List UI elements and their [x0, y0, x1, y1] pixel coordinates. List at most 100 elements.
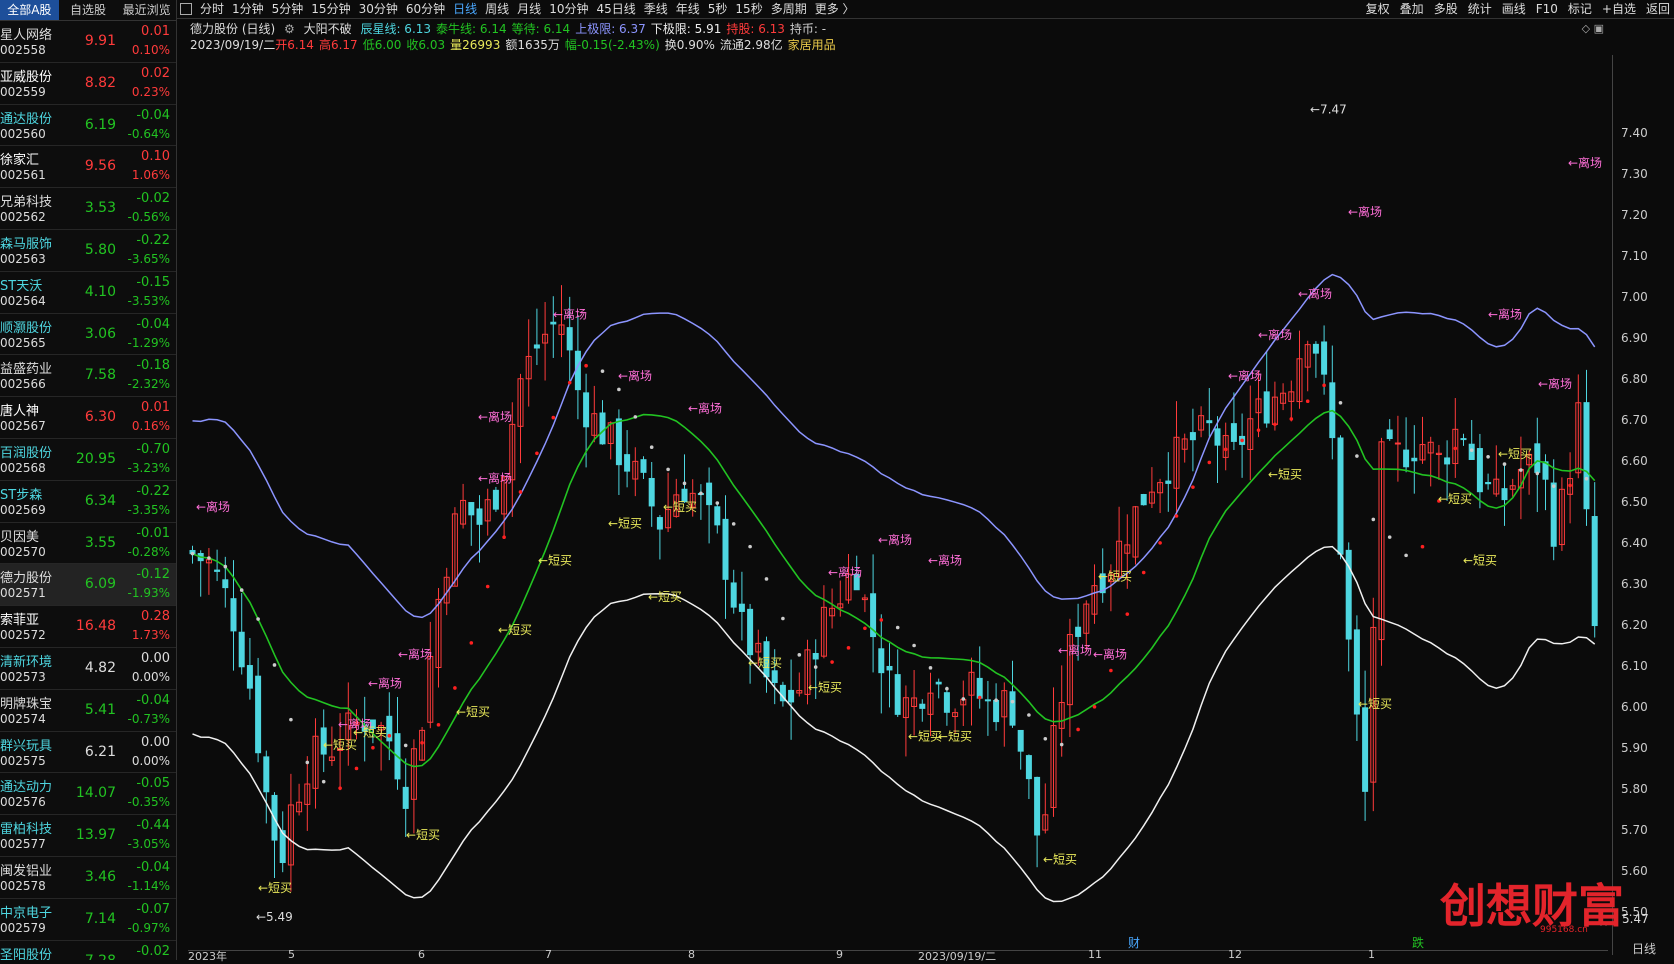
stock-row[interactable]: 通达动力 002576 14.07 -0.05 -0.35%	[0, 773, 176, 816]
period-tab[interactable]: 60分钟	[406, 0, 445, 18]
trend-dot	[879, 618, 884, 622]
exit-signal-label: ←离场	[478, 409, 512, 424]
period-tab[interactable]: 15分钟	[311, 0, 350, 18]
y-tick-label: 7.00	[1621, 289, 1648, 304]
tool-button[interactable]: 多股	[1434, 0, 1458, 18]
stock-row[interactable]: 贝因美 002570 3.55 -0.01 -0.28%	[0, 523, 176, 565]
exit-signal-label: ←离场	[618, 368, 652, 383]
trend-dot	[699, 491, 703, 496]
stock-row[interactable]: 群兴玩具 002575 6.21 0.00 0.00%	[0, 732, 176, 774]
tool-button[interactable]: 叠加	[1400, 0, 1424, 18]
tool-button[interactable]: F10	[1536, 0, 1558, 18]
stock-pct: -0.97%	[127, 920, 170, 935]
stock-row[interactable]: 清新环境 002573 4.82 0.00 0.00%	[0, 648, 176, 690]
stock-row[interactable]: ST步森 002569 6.34 -0.22 -3.35%	[0, 481, 176, 523]
stock-code: 002567	[0, 419, 46, 434]
period-tab[interactable]: 45日线	[596, 0, 635, 18]
stock-row[interactable]: 兄弟科技 002562 3.53 -0.02 -0.56%	[0, 188, 176, 230]
stock-row[interactable]: 星人网络 002558 9.91 0.01 0.10%	[0, 21, 176, 63]
watchlist-panel: 全部A股 自选股 最近浏览 星人网络 002558 9.91 0.01 0.10% 亚威股份 0…	[0, 0, 177, 960]
trend-dot	[371, 745, 375, 750]
trend-dot	[1109, 668, 1113, 673]
stock-row[interactable]: 森马服饰 002563 5.80 -0.22 -3.65%	[0, 230, 176, 272]
stock-change: -0.04	[136, 859, 170, 875]
diamond-icon[interactable]: ◇	[1582, 22, 1590, 35]
finance-badge[interactable]: 财	[1128, 934, 1140, 951]
stock-price: 8.82	[84, 74, 116, 91]
period-tab[interactable]: 季线	[644, 0, 668, 18]
indicator-name[interactable]: 大阳不破	[304, 22, 352, 36]
buy-signal-label: ←短买	[538, 553, 572, 567]
watchlist-tab[interactable]: 自选股	[59, 0, 118, 20]
period-tab[interactable]: 更多 〉	[815, 0, 855, 18]
stock-row[interactable]: 益盛药业 002566 7.58 -0.18 -2.32%	[0, 355, 176, 398]
trend-dot	[1010, 699, 1015, 704]
layout-toggle-icon[interactable]	[180, 3, 192, 15]
period-label: 日线	[1632, 942, 1657, 956]
period-tab[interactable]: 15秒	[735, 0, 762, 18]
stock-row[interactable]: 唐人神 002567 6.30 0.01 0.16%	[0, 397, 176, 439]
tool-button[interactable]: 画线	[1502, 0, 1526, 18]
trend-dot	[207, 556, 211, 560]
trend-dot	[567, 380, 572, 385]
tool-button[interactable]: 返回	[1646, 0, 1670, 18]
bar-date: 2023/09/19/二	[190, 38, 276, 52]
y-tick-label: 5.70	[1621, 822, 1648, 837]
indicator-values: 辰星线: 6.13 泰牛线: 6.14 等待: 6.14 上极限: 6.37 下极限: …	[360, 22, 831, 36]
period-tab[interactable]: 多周期	[771, 0, 807, 18]
trend-dot	[617, 387, 621, 392]
stock-row[interactable]: 雷柏科技 002577 13.97 -0.44 -3.05%	[0, 815, 176, 857]
period-tab[interactable]: 30分钟	[359, 0, 398, 18]
stock-row[interactable]: 圣阳股份0025807.28-0.02-0.27%	[0, 941, 176, 960]
tool-button[interactable]: 标记	[1568, 0, 1592, 18]
trend-dot	[1076, 727, 1080, 732]
tool-button[interactable]: +自选	[1602, 0, 1636, 18]
period-tab[interactable]: 5秒	[708, 0, 728, 18]
stock-row[interactable]: 通达股份 002560 6.19 -0.04 -0.64%	[0, 105, 176, 147]
stock-name: 森马服饰	[0, 236, 53, 252]
watchlist-tab[interactable]: 最近浏览	[117, 0, 176, 20]
candle-body	[1386, 429, 1393, 440]
watchlist-tab[interactable]: 全部A股	[0, 0, 59, 20]
stock-name: 明牌珠宝	[0, 696, 53, 712]
buy-signal-label: ←短买	[456, 705, 490, 719]
period-tab[interactable]: 5分钟	[272, 0, 304, 18]
stock-row[interactable]: 闽发铝业 002578 3.46 -0.04 -1.14%	[0, 857, 176, 899]
period-tab[interactable]: 10分钟	[549, 0, 588, 18]
period-tab[interactable]: 分时	[200, 0, 224, 18]
stock-row[interactable]: ST天沃 002564 4.10 -0.15 -3.53%	[0, 272, 176, 314]
period-tab[interactable]: 月线	[517, 0, 541, 18]
ohlc-value: 额1635万	[505, 38, 560, 52]
stock-row[interactable]: 徐家汇 002561 9.56 0.10 1.06%	[0, 146, 176, 189]
candle-body	[1501, 488, 1508, 501]
period-tab[interactable]: 周线	[485, 0, 509, 18]
stock-code: 002576	[0, 795, 46, 810]
trend-dot	[305, 760, 310, 765]
stock-name: 唐人神	[0, 404, 40, 420]
trend-dot	[1273, 422, 1277, 427]
stock-row[interactable]: 德力股份 002571 6.09 -0.12 -1.93%	[0, 564, 176, 607]
stock-row[interactable]: 百润股份 002568 20.95 -0.70 -3.23%	[0, 439, 176, 481]
period-tab[interactable]: 1分钟	[232, 0, 264, 18]
stock-row[interactable]: 亚威股份 002559 8.82 0.02 0.23%	[0, 63, 176, 105]
candle-body	[255, 675, 262, 754]
drop-badge[interactable]: 跌	[1412, 934, 1424, 951]
candle-body	[583, 392, 590, 428]
tool-buttons: 复权 叠加 多股 统计 画线 F10 标记 +自选 返回	[1366, 0, 1670, 18]
stock-row[interactable]: 索菲亚 002572 16.48 0.28 1.73%	[0, 606, 176, 648]
tool-button[interactable]: 复权	[1366, 0, 1390, 18]
tool-button[interactable]: 统计	[1468, 0, 1492, 18]
window-icon[interactable]: ▣	[1594, 22, 1604, 35]
stock-row[interactable]: 顺灏股份 002565 3.06 -0.04 -1.29%	[0, 314, 176, 356]
watchlist-tabs: 全部A股 自选股 最近浏览	[0, 0, 176, 21]
stock-row[interactable]: 明牌珠宝 002574 5.41 -0.04 -0.73%	[0, 690, 176, 732]
stock-row[interactable]: 中京电子 002579 7.14 -0.07 -0.97%	[0, 899, 176, 941]
kline-chart[interactable]: ←离场←离场←离场←离场←离场←离场←离场←离场←离场←离场←离场←离场←离场 ←…	[188, 55, 1608, 950]
gear-icon[interactable]: ⚙	[284, 22, 295, 36]
stock-code: 002566	[0, 377, 46, 392]
period-tab[interactable]: 年线	[676, 0, 700, 18]
stock-code: 002573	[0, 669, 46, 684]
panel-icons: ◇ ▣	[1582, 22, 1604, 35]
period-tab[interactable]: 日线	[453, 0, 477, 18]
trend-dot	[1502, 462, 1507, 466]
